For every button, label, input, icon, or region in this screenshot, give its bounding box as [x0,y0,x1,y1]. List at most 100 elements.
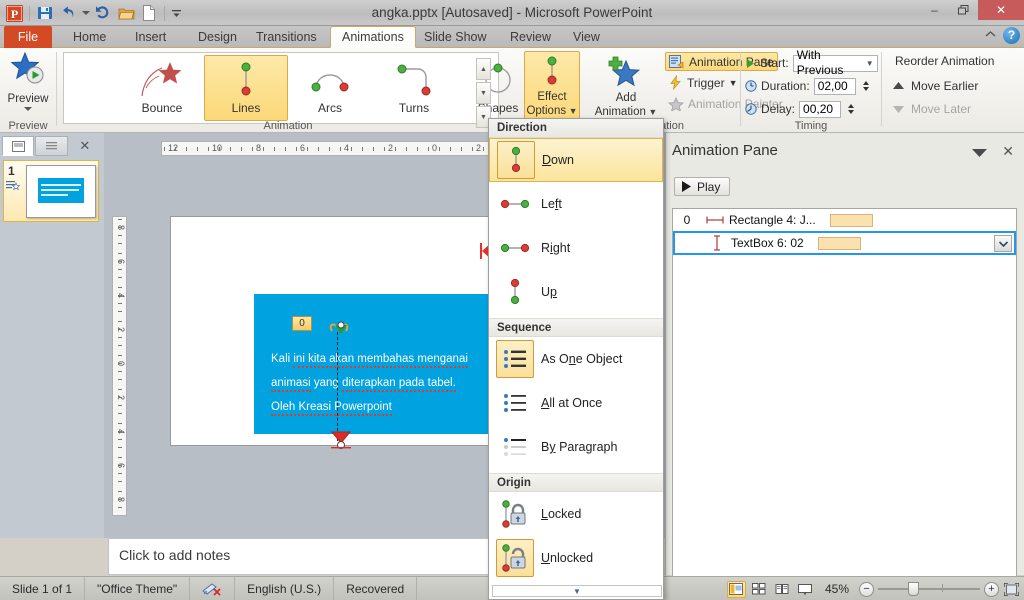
delay-spinner[interactable] [845,101,857,118]
collapse-ribbon-icon[interactable] [984,29,997,43]
animation-gallery: Bounce Lines Arcs Turns Shapes ▲ ▼ ▼ [63,52,518,128]
menu-item-locked-label: Locked [541,507,582,521]
delay-input[interactable]: 00,20 [799,100,842,118]
animation-bounce[interactable]: Bounce [120,55,204,121]
hruler-tick [219,147,220,151]
vruler-tick [118,253,122,254]
move-later-label: Move Later [911,102,972,116]
ribbon-group-timing: Start: With Previous ▼ Duration: 02,00 D… [741,48,881,133]
dropdown-more-button[interactable]: ▼ [492,585,662,597]
effect-options-button[interactable]: Effect Options ▼ [524,51,580,124]
animation-row-textbox[interactable]: TextBox 6: 02 [673,231,1016,255]
normal-view-button[interactable] [726,580,746,598]
zoom-out-button[interactable]: − [859,581,874,597]
slide-count[interactable]: Slide 1 of 1 [0,576,86,600]
reorder-animation-title: Reorder Animation [895,54,995,68]
preview-button-label: Preview [7,93,49,105]
menu-item-left-label: Left [541,197,562,211]
preview-dropdown-icon[interactable] [24,107,32,111]
slide-text-line-3: Oleh Kreasi Powerpoint [271,395,511,419]
menu-item-all-at-once[interactable]: All at Once [489,381,663,425]
tab-file[interactable]: File [4,26,52,48]
close-button[interactable]: ✕ [978,0,1024,20]
slide-textbox-6[interactable]: Kali ini kita akan membahas menganai ani… [271,347,511,419]
animation-timing-bar[interactable] [829,213,873,227]
gallery-scroll-down-button[interactable]: ▼ [476,82,491,104]
slide-thumbnail-1[interactable]: 1 [3,160,99,222]
menu-item-left[interactable]: Left [489,182,663,226]
motion-path-start-marker[interactable] [326,321,350,339]
by-paragraph-icon [496,428,534,466]
tab-insert[interactable]: Insert [124,26,177,48]
tab-review[interactable]: Review [499,26,562,48]
add-animation-button[interactable]: Add Animation ▼ [591,51,661,124]
vruler-tick [118,243,122,244]
tab-transitions[interactable]: Transitions [245,26,328,48]
menu-item-down[interactable]: Down [489,138,663,182]
menu-item-as-one-object[interactable]: As One Object [489,337,663,381]
animation-tag-badge[interactable]: 0 [292,316,312,331]
recovered-status[interactable]: Recovered [334,576,418,600]
animation-pane: Animation Pane ✕ Play 0 Rectangle 4: J..… [665,133,1024,600]
reading-view-button[interactable] [773,581,792,598]
hruler-tick [351,147,352,151]
spell-check-icon[interactable] [190,576,236,600]
preview-button[interactable]: Preview [3,51,53,117]
tab-animations[interactable]: Animations [330,26,416,48]
vruler-tick [118,397,122,398]
menu-item-unlocked[interactable]: Unlocked [489,536,663,580]
animation-row-rectangle[interactable]: 0 Rectangle 4: J... [673,209,1016,231]
move-later-button[interactable]: Move Later [892,99,971,119]
turns-icon [397,64,431,96]
slide-show-button[interactable] [796,581,815,598]
menu-item-right[interactable]: Right [489,226,663,270]
zoom-in-button[interactable]: + [984,581,999,597]
animation-row-dropdown-button[interactable] [994,235,1012,252]
vruler-tick [118,311,122,312]
move-earlier-button[interactable]: Move Earlier [892,76,978,96]
thumbnail-slide-preview [26,165,96,218]
zoom-slider-thumb[interactable] [908,582,919,596]
close-panel-button[interactable]: ✕ [69,136,101,156]
animation-pane-menu-icon[interactable] [971,147,988,161]
outline-tab[interactable] [35,136,68,156]
hruler-tick [450,147,451,151]
animation-timing-bar-2[interactable] [817,236,861,250]
play-button[interactable]: Play [674,177,730,196]
animation-lines[interactable]: Lines [204,55,288,121]
trigger-button[interactable]: Trigger ▼ [665,73,741,92]
tab-design[interactable]: Design [187,26,248,48]
menu-item-up[interactable]: Up [489,270,663,314]
vruler-tick [118,439,122,440]
slide-sorter-view-button[interactable] [750,581,769,598]
minimize-button[interactable]: – [920,0,949,20]
restore-button[interactable] [949,0,978,20]
theme-name[interactable]: "Office Theme" [85,576,191,600]
duration-input[interactable]: 02,00 [813,77,856,95]
animation-turns[interactable]: Turns [372,55,456,121]
language[interactable]: English (U.S.) [235,576,335,600]
help-icon[interactable]: ? [1003,27,1020,44]
tab-view[interactable]: View [562,26,611,48]
move-earlier-label: Move Earlier [911,79,979,93]
menu-item-by-paragraph[interactable]: By Paragraph [489,425,663,469]
gallery-scroll-up-button[interactable]: ▲ [476,58,491,80]
animation-row-label: Rectangle 4: J... [729,213,816,227]
animation-arcs[interactable]: Arcs [288,55,372,121]
tab-slide-show[interactable]: Slide Show [413,26,498,48]
menu-item-locked[interactable]: Locked [489,492,663,536]
fit-slide-to-window-button[interactable] [1003,581,1020,598]
motion-path-end-marker[interactable] [326,429,352,449]
start-select[interactable]: With Previous ▼ [792,48,878,77]
menu-item-as-one-object-label: As One Object [541,352,623,366]
animation-bounce-label: Bounce [141,101,183,115]
play-button-label: Play [697,179,721,194]
vertical-ruler[interactable]: 864202468 [112,216,127,516]
tab-home[interactable]: Home [62,26,117,48]
zoom-slider[interactable] [878,581,980,597]
animation-pane-close-button[interactable]: ✕ [1002,143,1014,160]
zoom-percent[interactable]: 45% [819,582,855,596]
vruler-tick [118,277,122,278]
slides-tab[interactable] [2,136,35,156]
duration-spinner[interactable] [860,78,872,95]
